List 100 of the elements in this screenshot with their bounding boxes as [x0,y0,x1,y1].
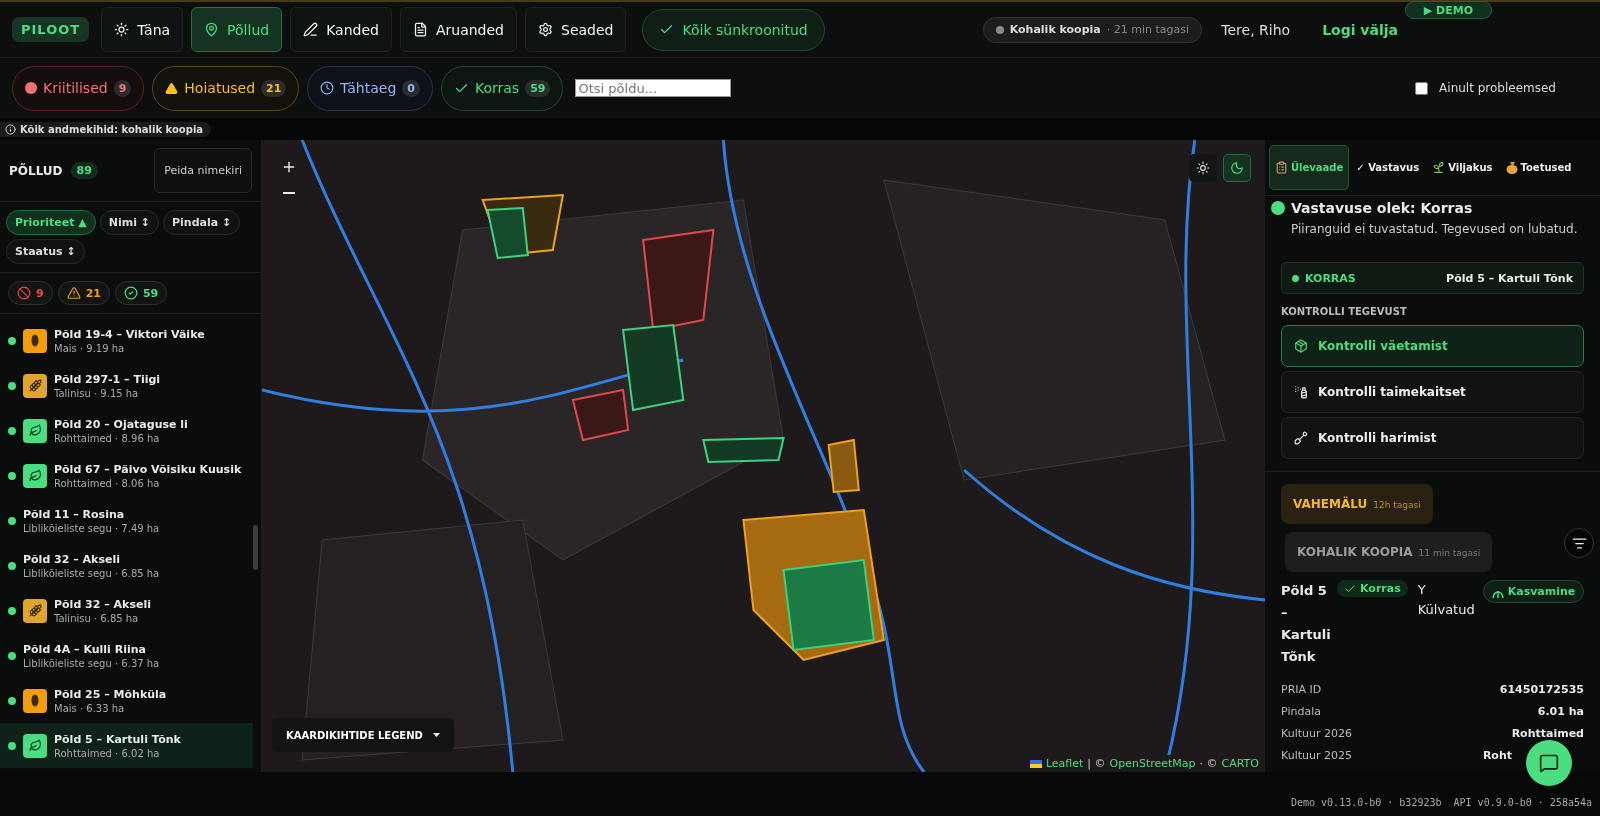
panel-tab[interactable]: Ülevaade [1269,145,1350,190]
panel-tab[interactable]: Viljakus [1426,145,1499,190]
sort-chip[interactable]: Staatus ↕ [6,239,85,264]
filter-chip[interactable]: Hoiatused 21 [152,65,300,111]
field-row[interactable]: Põld 67 – Päivo Võisiku Kuusik Rohttaimed · 8.06 ha [0,453,253,498]
document-icon [412,22,428,37]
field-row[interactable]: Põld 20 – Ojataguse li Rohttaimed · 8.96 ha [0,408,253,453]
logout-link[interactable]: Logi välja [1322,21,1398,38]
hide-list-button[interactable]: Peida nimekiri [154,148,252,193]
status-dot [1292,274,1299,282]
detail-value: 61450172535 [1499,682,1584,696]
field-name: Põld 20 – Ojataguse li [54,417,188,431]
count-label: 59 [142,286,159,300]
panel-tab[interactable]: ✓ Vastavus [1350,145,1426,190]
field-row[interactable]: Põld 5 – Kartuli Tõnk Rohttaimed · 6.02 ha [0,723,253,768]
filter-chip[interactable]: Korras 59 [440,65,564,111]
status-label: KORRAS [1305,271,1356,285]
panel-tab[interactable]: Toetused [1499,145,1578,190]
scrollbar[interactable] [253,525,258,570]
warning-icon [66,286,81,300]
chip-label: Korras [474,80,520,96]
action-button[interactable]: Kontrolli väetamist [1281,325,1584,367]
legend-button[interactable]: KAARDIKIHTIDE LEGEND [272,718,454,752]
corn-icon [23,328,47,353]
field-row[interactable]: Põld 25 – Mõhküla Mais · 6.33 ha [0,678,253,723]
shovel-icon [1294,431,1308,445]
field-row[interactable]: Põld 4A – Kulli Riina Liblikõieliste segu · 6.37 ha [0,633,253,678]
leaflet-link[interactable]: Leaflet [1045,757,1084,770]
field-name: Põld 32 – Akseli [23,552,121,566]
field-row[interactable]: Põld 32 – Akseli Liblikõieliste segu · 6.85 ha [0,543,253,588]
greeting: Tere, Riho [1221,21,1291,38]
sidebar-title: PÕLLUD [9,163,63,178]
action-button[interactable]: Kontrolli taimekaitset [1281,371,1584,413]
osm-link[interactable]: OpenStreetMap [1109,757,1196,770]
nav-tab[interactable]: Põllud [191,7,283,52]
carto-link[interactable]: CARTO [1221,757,1259,770]
field-meta: Rohttaimed · 6.02 ha [54,747,161,759]
clipboard-icon [1275,161,1288,174]
detail-value: Rohttaimed [1511,726,1584,740]
compliance-title: Vastavuse olek: Korras [1291,200,1473,216]
sprout-icon [1432,161,1446,174]
status-count[interactable]: 21 [57,281,110,305]
status-dot [8,651,16,660]
filter-chip[interactable]: Kriitilised 9 [12,65,145,111]
filter-icon [1571,535,1587,551]
field-meta: Rohttaimed · 8.06 ha [54,477,161,489]
moon-button[interactable] [1223,154,1251,182]
sync-label: Kõik sünkroonitud [682,21,808,38]
copy-label: Kohalik koopia [1009,23,1101,36]
chip-label: Kriitilised [43,80,108,96]
detail-label: PRIA ID [1281,682,1322,696]
attribution-text: | © [1087,757,1106,770]
status-count[interactable]: 9 [8,281,53,305]
filter-chip[interactable]: Tähtaeg 0 [307,65,433,111]
nav-tab[interactable]: Täna [101,7,184,52]
field-meta: Mais · 6.33 ha [54,702,126,714]
field-row[interactable]: Põld 19-4 – Viktori Väike Mais · 9.19 ha [0,318,253,363]
status-dot [8,516,16,525]
field-meta: Liblikõieliste segu · 6.85 ha [23,567,160,579]
count-badge: 89 [70,162,98,179]
sort-chip[interactable]: Pindala ↕ [163,210,241,235]
flag-icon [1029,759,1042,768]
checkbox[interactable] [1415,81,1429,95]
status-dot [8,336,16,345]
nav-tab[interactable]: Kanded [290,7,392,52]
field-meta: Rohttaimed · 8.96 ha [54,432,161,444]
source-label: VAHEMÄLU [1293,497,1368,511]
action-button[interactable]: Kontrolli harimist [1281,417,1584,459]
money-bag-icon [1505,161,1518,174]
count-badge: 0 [402,79,420,97]
status-count[interactable]: 59 [114,281,168,305]
detail-label: Pindala [1281,704,1321,718]
chip-label: Tähtaeg [340,80,397,96]
sort-chip[interactable]: Nimi ↕ [99,210,159,235]
status-text: Korras [1360,582,1401,595]
field-row[interactable]: Põld 297-1 – Tiigi Talinisu · 9.15 ha [0,363,253,408]
field-row[interactable]: Põld 11 – Rosina Liblikõieliste segu · 7.49 ha [0,498,253,543]
field-name: Põld 11 – Rosina [23,507,126,521]
blocked-icon [17,286,31,300]
field-row[interactable]: Põld 32 – Akseli Talinisu · 6.85 ha [0,588,253,633]
nav-tab[interactable]: Seaded [525,7,627,52]
settings-icon [538,22,553,37]
status-dot [8,696,16,705]
sun-button[interactable] [1189,154,1217,182]
field-name: Põld 67 – Päivo Võisiku Kuusik [54,462,242,476]
data-source-label: Kõik andmekihid: kohalik koopia [20,123,204,135]
chat-icon [1539,753,1559,773]
brand-badge: PILOOT [12,17,90,42]
corn-icon [23,688,47,713]
search-field[interactable]: Otsi põldu… [575,79,732,97]
stage-label: Y Külvatud [1417,581,1475,619]
field-name: Põld 4A – Kulli Riina [23,642,147,656]
field-name: Põld 5 – Kartuli Tõnk [54,732,181,746]
nav-tab[interactable]: Aruanded [399,7,517,52]
moon-icon [1230,161,1244,175]
filter-list-button[interactable] [1564,528,1594,558]
demo-button[interactable]: ▶ DEMO [1404,1,1492,19]
status-dot [8,471,16,480]
wheat-icon [23,598,47,623]
sort-chip[interactable]: Prioriteet ▲ [6,210,96,235]
